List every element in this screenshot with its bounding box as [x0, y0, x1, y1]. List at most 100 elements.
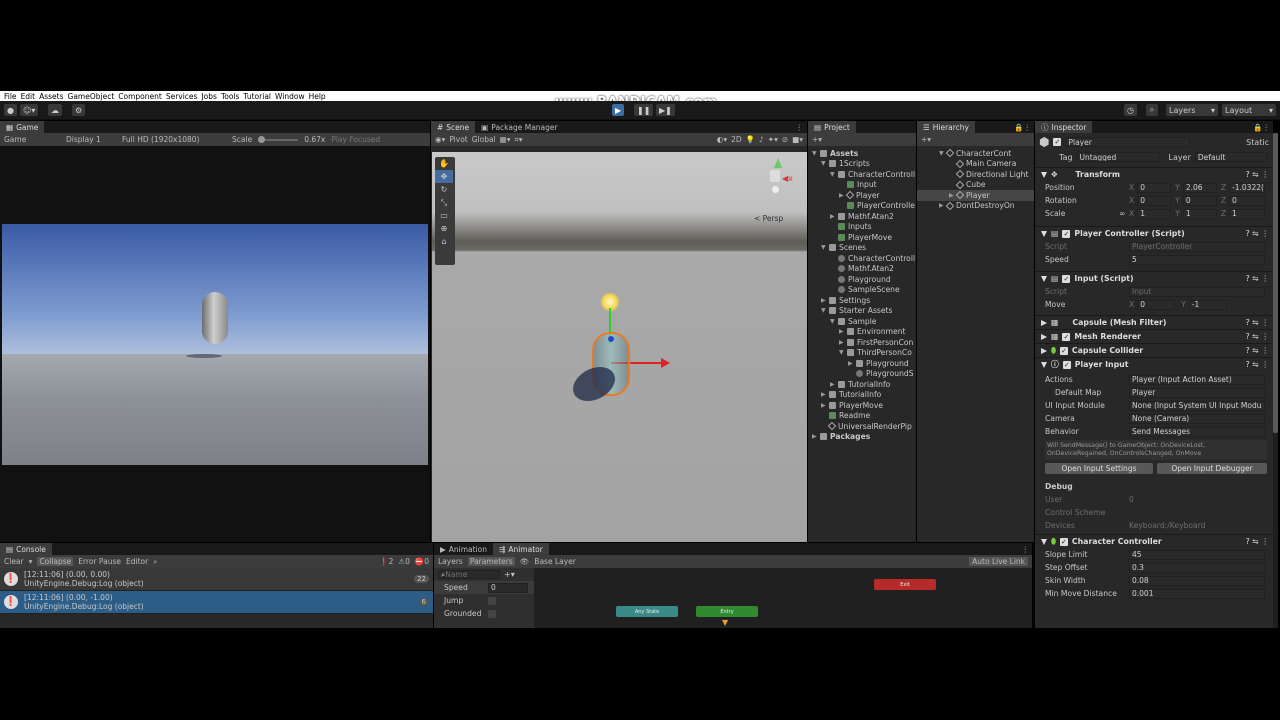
expand-arrow-icon[interactable]: ▶ — [821, 297, 829, 304]
project-item[interactable]: Mathf.Atan2 — [808, 264, 916, 275]
hierarchy-item[interactable]: ▼ CharacterCont — [917, 148, 1034, 159]
lock-icon[interactable]: 🔒⋮ — [1253, 123, 1273, 132]
add-asset-button[interactable]: +▾ — [812, 135, 822, 144]
hierarchy-item[interactable]: Cube — [917, 180, 1034, 191]
step-button[interactable]: ▶❚ — [656, 104, 675, 116]
expand-arrow-icon[interactable]: ▼ — [821, 307, 829, 314]
menu-item-edit[interactable]: Edit — [21, 92, 36, 101]
more-options-icon[interactable]: ⋮ — [796, 123, 808, 132]
camera-icon[interactable]: ■▾ — [792, 135, 803, 144]
project-item[interactable]: ▶ Mathf.Atan2 — [808, 211, 916, 222]
mesh-filter-header[interactable]: ▶ ▦ Capsule (Mesh Filter) ? ⇋ ⋮ — [1035, 315, 1273, 329]
camera-field[interactable]: None (Camera) — [1129, 413, 1265, 424]
menu-item-file[interactable]: File — [4, 92, 17, 101]
eye-icon[interactable]: 👁 — [520, 557, 530, 566]
lock-icon[interactable]: 🔒⋮ — [1014, 123, 1034, 132]
inspector-scrollbar[interactable] — [1273, 133, 1278, 628]
move-y-field[interactable]: -1 — [1188, 299, 1227, 310]
account-icon[interactable]: ☺▾ — [20, 104, 39, 116]
expand-arrow-icon[interactable]: ▼ — [839, 349, 847, 356]
project-item[interactable]: PlayerMove — [808, 232, 916, 243]
expand-arrow-icon[interactable]: ▶ — [839, 339, 847, 346]
collab-icon[interactable]: ● — [4, 104, 17, 116]
pause-button[interactable]: ❚❚ — [634, 104, 654, 116]
parameters-tab[interactable]: Parameters — [467, 557, 515, 566]
project-item[interactable]: ▼ CharacterControll — [808, 169, 916, 180]
hand-tool-icon[interactable]: ✋ — [435, 157, 453, 170]
project-item[interactable]: ▼ Assets — [808, 148, 916, 159]
speed-field[interactable]: 5 — [1129, 254, 1265, 265]
game-mode-dropdown[interactable]: Game — [4, 135, 60, 144]
capsule-collider-header[interactable]: ▶ ⬮ ✓ Capsule Collider ? ⇋ ⋮ — [1035, 343, 1273, 357]
project-item[interactable]: CharacterControll — [808, 253, 916, 264]
scale-slider[interactable] — [258, 135, 299, 143]
rotation-z-field[interactable]: 0 — [1229, 195, 1266, 206]
scene-viewport[interactable]: ✋ ✥ ↻ ⤡ ▭ ⊕ ⌂ ◀x < Persp — [432, 152, 807, 542]
expand-arrow-icon[interactable]: ▼ — [812, 150, 820, 157]
hierarchy-item[interactable]: ▶ Player — [917, 190, 1034, 201]
parameter-search-input[interactable]: ⌕ Name — [438, 570, 500, 579]
open-input-settings-button[interactable]: Open Input Settings — [1045, 463, 1153, 474]
hidden-objects-icon[interactable]: ⊘ — [782, 135, 788, 144]
layout-dropdown[interactable]: Layout ▾ — [1222, 104, 1276, 116]
component-enabled-checkbox[interactable]: ✓ — [1062, 274, 1071, 283]
expand-arrow-icon[interactable]: ▶ — [848, 360, 856, 367]
editor-dropdown[interactable]: Editor — [126, 557, 148, 566]
animator-graph[interactable]: Exit Any State Entry ▼ — [534, 568, 1032, 628]
component-menu-icon[interactable]: ? ⇋ ⋮ — [1246, 229, 1273, 238]
project-item[interactable]: ▶ TutorialInfo — [808, 390, 916, 401]
lighting-icon[interactable]: 💡 — [746, 135, 755, 144]
expand-arrow-icon[interactable]: ▶ — [830, 381, 838, 388]
any-state-node[interactable]: Any State — [616, 606, 678, 617]
draw-mode-icon[interactable]: ◉▾ — [435, 135, 445, 144]
transform-header[interactable]: ▼ ✥ Transform ? ⇋ ⋮ — [1035, 167, 1273, 181]
effects-icon[interactable]: ✦▾ — [768, 135, 778, 144]
tab-console[interactable]: ▤ Console — [0, 543, 52, 555]
grid-snap-icon[interactable]: ▦▾ — [500, 135, 511, 144]
layers-tab[interactable]: Layers — [438, 557, 463, 566]
rotation-x-field[interactable]: 0 — [1137, 195, 1172, 206]
tab-package-manager[interactable]: ▣ Package Manager — [475, 121, 563, 133]
game-viewport[interactable] — [0, 146, 430, 542]
expand-arrow-icon[interactable]: ▼ — [830, 171, 838, 178]
menu-item-component[interactable]: Component — [118, 92, 162, 101]
layers-dropdown[interactable]: Layers ▾ — [1166, 104, 1218, 116]
mesh-renderer-header[interactable]: ▶ ▦ ✓ Mesh Renderer ? ⇋ ⋮ — [1035, 329, 1273, 343]
search-icon[interactable]: ⌕ — [1146, 104, 1158, 116]
play-focused-dropdown[interactable]: Play Focused — [331, 135, 380, 144]
project-item[interactable]: ▶ Environment — [808, 327, 916, 338]
transform-tool-icon[interactable]: ⊕ — [435, 222, 453, 235]
project-item[interactable]: ▶ PlayerMove — [808, 400, 916, 411]
rect-tool-icon[interactable]: ▭ — [435, 209, 453, 222]
error-count[interactable]: ⛔0 — [415, 557, 429, 566]
tab-hierarchy[interactable]: ☰ Hierarchy — [917, 121, 975, 133]
cloud-icon[interactable]: ☁ — [48, 104, 62, 116]
project-item[interactable]: ▼ Scenes — [808, 243, 916, 254]
project-item[interactable]: ▶ Packages — [808, 432, 916, 443]
console-entry[interactable]: ❗ [12:11:06] (0.00, 0.00) UnityEngine.Debu… — [0, 568, 433, 591]
position-z-field[interactable]: -1.0322( — [1229, 182, 1266, 193]
settings-gear-icon[interactable]: ⚙ — [72, 104, 86, 116]
expand-arrow-icon[interactable]: ▶ — [830, 213, 838, 220]
menu-item-window[interactable]: Window — [275, 92, 305, 101]
display-dropdown[interactable]: Display 1 — [66, 135, 116, 144]
hierarchy-item[interactable]: Directional Light — [917, 169, 1034, 180]
search-icon[interactable]: ⌕ — [153, 557, 157, 567]
menu-item-services[interactable]: Services — [166, 92, 198, 101]
component-menu-icon[interactable]: ? ⇋ ⋮ — [1246, 332, 1273, 341]
player-input-header[interactable]: ▼ ⓘ ✓ Player Input ? ⇋ ⋮ — [1035, 357, 1273, 371]
move-x-field[interactable]: 0 — [1137, 299, 1176, 310]
expand-arrow-icon[interactable]: ▼ — [821, 244, 829, 251]
expand-arrow-icon[interactable]: ▼ — [830, 318, 838, 325]
param-speed-row[interactable]: Speed 0 — [434, 581, 534, 594]
tag-dropdown[interactable]: Untagged — [1076, 152, 1159, 162]
component-enabled-checkbox[interactable]: ✓ — [1062, 360, 1071, 369]
clear-button[interactable]: Clear — [4, 557, 24, 566]
hierarchy-item[interactable]: ▶ DontDestroyOn — [917, 201, 1034, 212]
toggle-2d-button[interactable]: 2D — [731, 135, 742, 144]
project-item[interactable]: ▼ Sample — [808, 316, 916, 327]
layer-dropdown[interactable]: Default — [1194, 152, 1267, 162]
more-options-icon[interactable]: ⋮ — [1022, 545, 1033, 554]
component-menu-icon[interactable]: ? ⇋ ⋮ — [1246, 537, 1273, 546]
project-item[interactable]: PlaygroundS — [808, 369, 916, 380]
